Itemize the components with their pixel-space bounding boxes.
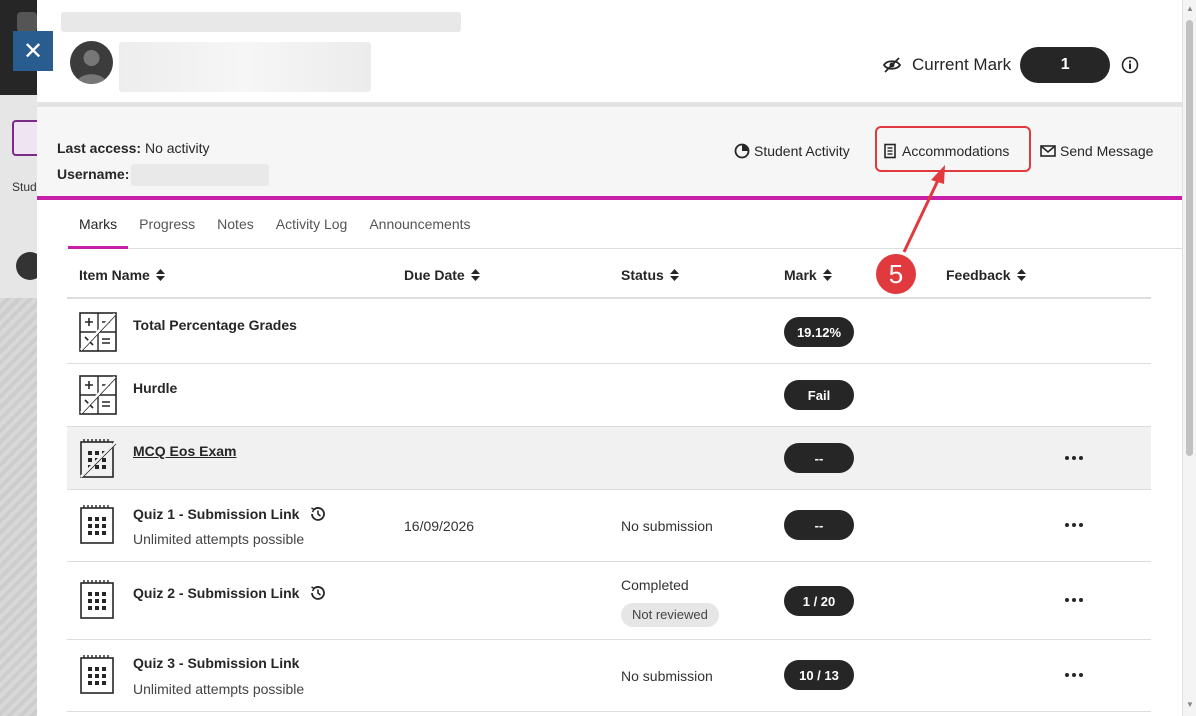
quiz-icon [80,655,114,694]
send-message-label: Send Message [1060,143,1154,159]
exam-icon [79,439,117,478]
tab-progress[interactable]: Progress [128,201,206,249]
mark-badge[interactable]: 1 / 20 [784,586,854,616]
student-info-strip: Last access: No activity Username: Stude… [37,102,1182,200]
scroll-up-icon[interactable]: ▲ [1186,4,1194,13]
due-date: 16/09/2026 [404,518,475,534]
document-list-icon [884,143,896,159]
mark-badge[interactable]: 10 / 13 [784,660,854,690]
mark-badge[interactable]: 19.12% [784,317,854,347]
sort-icon [470,269,480,281]
sort-icon [155,269,165,281]
column-feedback[interactable]: Feedback [946,267,1026,283]
home-icon [17,12,37,32]
more-options-icon[interactable] [1063,454,1085,462]
column-mark[interactable]: Mark [784,267,832,283]
last-access-value: No activity [144,140,210,156]
student-activity-button[interactable]: Student Activity [734,143,850,159]
item-subtext: Unlimited attempts possible [133,531,305,547]
student-activity-label: Student Activity [754,143,850,159]
column-item-name[interactable]: Item Name [79,267,165,283]
close-icon: ✕ [22,37,44,65]
accommodations-label: Accommodations [902,143,1010,159]
table-row[interactable]: Quiz 3 - Submission Link Unlimited attem… [67,640,1151,712]
item-name-link[interactable]: MCQ Eos Exam [133,443,236,459]
breadcrumb-blurred [61,12,461,32]
item-name: Quiz 3 - Submission Link [133,655,300,671]
student-name-blurred [119,42,371,92]
clock-icon [311,586,326,600]
item-name-text: Quiz 1 - Submission Link [133,506,300,522]
tab-notes[interactable]: Notes [206,201,265,249]
close-panel-button[interactable]: ✕ [13,31,53,71]
item-name: Quiz 1 - Submission Link [133,505,327,523]
mark-badge[interactable]: Fail [784,380,854,410]
sort-icon [1016,269,1026,281]
username-blurred [131,164,270,187]
background-student-label: Stud [12,180,37,194]
quiz-icon [80,580,114,619]
current-mark-value[interactable]: 1 [1020,47,1111,83]
mark-badge[interactable]: -- [784,443,854,473]
envelope-icon [1040,145,1056,157]
tab-bar: Marks Progress Notes Activity Log Announ… [68,201,1182,249]
column-item-name-label: Item Name [79,267,150,283]
current-mark-area: Current Mark 1 [882,47,1139,83]
background-lower [0,298,37,716]
table-header: Item Name Due Date Status Mark Feedback [67,251,1151,299]
item-name-text: Quiz 2 - Submission Link [133,585,300,601]
column-status[interactable]: Status [621,267,679,283]
status-badge: Not reviewed [621,603,719,627]
column-mark-label: Mark [784,267,817,283]
table-row[interactable]: Quiz 2 - Submission Link Completed Not r… [67,562,1151,640]
status-text: No submission [621,668,713,684]
item-name: Hurdle [133,380,178,396]
send-message-button[interactable]: Send Message [1040,143,1153,159]
sort-icon [669,269,679,281]
status-text: Completed [621,577,689,593]
table-row[interactable]: Total Percentage Grades 19.12% [67,301,1151,364]
person-icon [76,50,107,84]
more-options-icon[interactable] [1063,671,1085,679]
table-row[interactable]: Quiz 1 - Submission Link Unlimited attem… [67,490,1151,562]
calculation-icon [79,312,117,352]
column-due-date-label: Due Date [404,267,465,283]
calculation-icon [79,375,117,415]
student-meta: Last access: No activity Username: [57,135,270,187]
scroll-down-icon[interactable]: ▼ [1186,700,1194,709]
item-name: Total Percentage Grades [133,317,297,333]
callout-number-badge: 5 [876,254,916,294]
current-mark-label: Current Mark [912,55,1012,74]
column-status-label: Status [621,267,664,283]
eye-hidden-icon[interactable] [882,55,902,75]
tab-announcements[interactable]: Announcements [358,201,481,249]
username-label: Username: [57,166,130,182]
column-feedback-label: Feedback [946,267,1011,283]
tab-activity-log[interactable]: Activity Log [265,201,359,249]
column-due-date[interactable]: Due Date [404,267,480,283]
activity-chart-icon [734,143,750,159]
status-text: No submission [621,518,713,534]
table-row[interactable]: MCQ Eos Exam -- [67,427,1151,490]
table-row[interactable]: Hurdle Fail [67,364,1151,427]
scrollbar-thumb[interactable] [1186,20,1193,456]
more-options-icon[interactable] [1063,596,1085,604]
last-access-label: Last access: [57,140,142,156]
sort-icon [822,269,832,281]
quiz-icon [80,505,114,544]
accommodations-button[interactable]: Accommodations [882,143,1009,159]
avatar [70,41,113,84]
tab-marks[interactable]: Marks [68,201,129,249]
scrollbar[interactable]: ▲ ▼ [1182,0,1196,716]
mark-badge[interactable]: -- [784,510,854,540]
item-name: Quiz 2 - Submission Link [133,584,327,602]
more-options-icon[interactable] [1063,521,1085,529]
item-subtext: Unlimited attempts possible [133,681,305,697]
info-icon[interactable] [1121,56,1139,74]
clock-icon [311,507,326,521]
student-grades-panel: Current Mark 1 Last access: No activity … [37,0,1182,716]
